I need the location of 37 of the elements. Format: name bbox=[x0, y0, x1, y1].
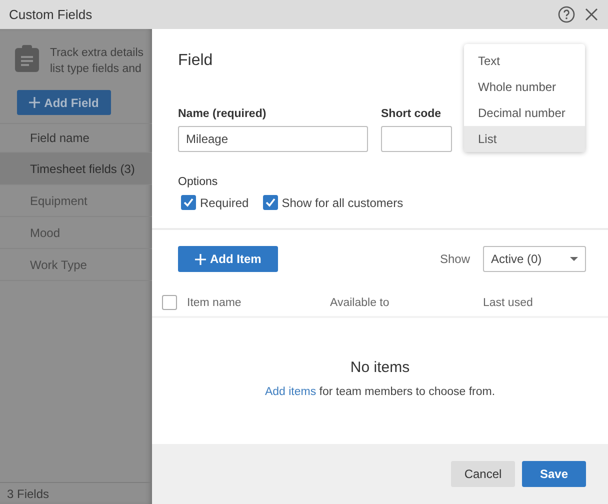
field-row[interactable]: Timesheet fields (3) bbox=[0, 153, 152, 185]
add-items-link[interactable]: Add items bbox=[264, 386, 316, 398]
add-field-button[interactable]: Add Field bbox=[17, 90, 111, 115]
save-button[interactable]: Save bbox=[522, 461, 586, 487]
caret-icon bbox=[570, 257, 578, 261]
column-header: Item name bbox=[187, 296, 242, 308]
window-title: Custom Fields bbox=[9, 7, 94, 22]
empty-title: No items bbox=[350, 359, 410, 376]
checkbox[interactable] bbox=[162, 295, 177, 310]
dialog-title: Field bbox=[178, 52, 213, 70]
description-text: list type fields and bbox=[50, 62, 142, 77]
name-input[interactable]: Mileage bbox=[178, 126, 368, 152]
field-label: Short code bbox=[381, 108, 442, 120]
add-item-button[interactable]: Add Item bbox=[178, 246, 278, 272]
plus-icon bbox=[29, 97, 40, 108]
checkbox[interactable] bbox=[262, 195, 278, 210]
checkbox-label: Show for all customers bbox=[282, 196, 404, 210]
menu-item[interactable]: List bbox=[464, 126, 585, 152]
menu-item[interactable]: Text bbox=[464, 48, 585, 74]
plus-icon bbox=[195, 254, 206, 264]
close-icon[interactable] bbox=[585, 8, 598, 21]
clipboard-icon bbox=[15, 45, 39, 72]
column-header: Last used bbox=[483, 296, 534, 308]
menu-item[interactable]: Decimal number bbox=[464, 100, 585, 126]
options-label: Options bbox=[178, 176, 219, 188]
help-icon[interactable] bbox=[558, 6, 575, 23]
column-header: Available to bbox=[330, 296, 390, 308]
field-label: Name (required) bbox=[178, 108, 268, 120]
show-label: Show bbox=[440, 252, 470, 266]
menu-item[interactable]: Whole number bbox=[464, 74, 585, 100]
checkbox[interactable] bbox=[181, 195, 196, 210]
checkbox-label: Required bbox=[200, 196, 249, 210]
show-select[interactable]: Active (0) bbox=[483, 246, 586, 272]
short-code-input[interactable] bbox=[381, 126, 452, 152]
empty-message: Add items for team members to choose from. bbox=[264, 386, 496, 398]
cancel-button[interactable]: Cancel bbox=[451, 461, 515, 487]
description-text: Track extra details bbox=[50, 46, 144, 61]
